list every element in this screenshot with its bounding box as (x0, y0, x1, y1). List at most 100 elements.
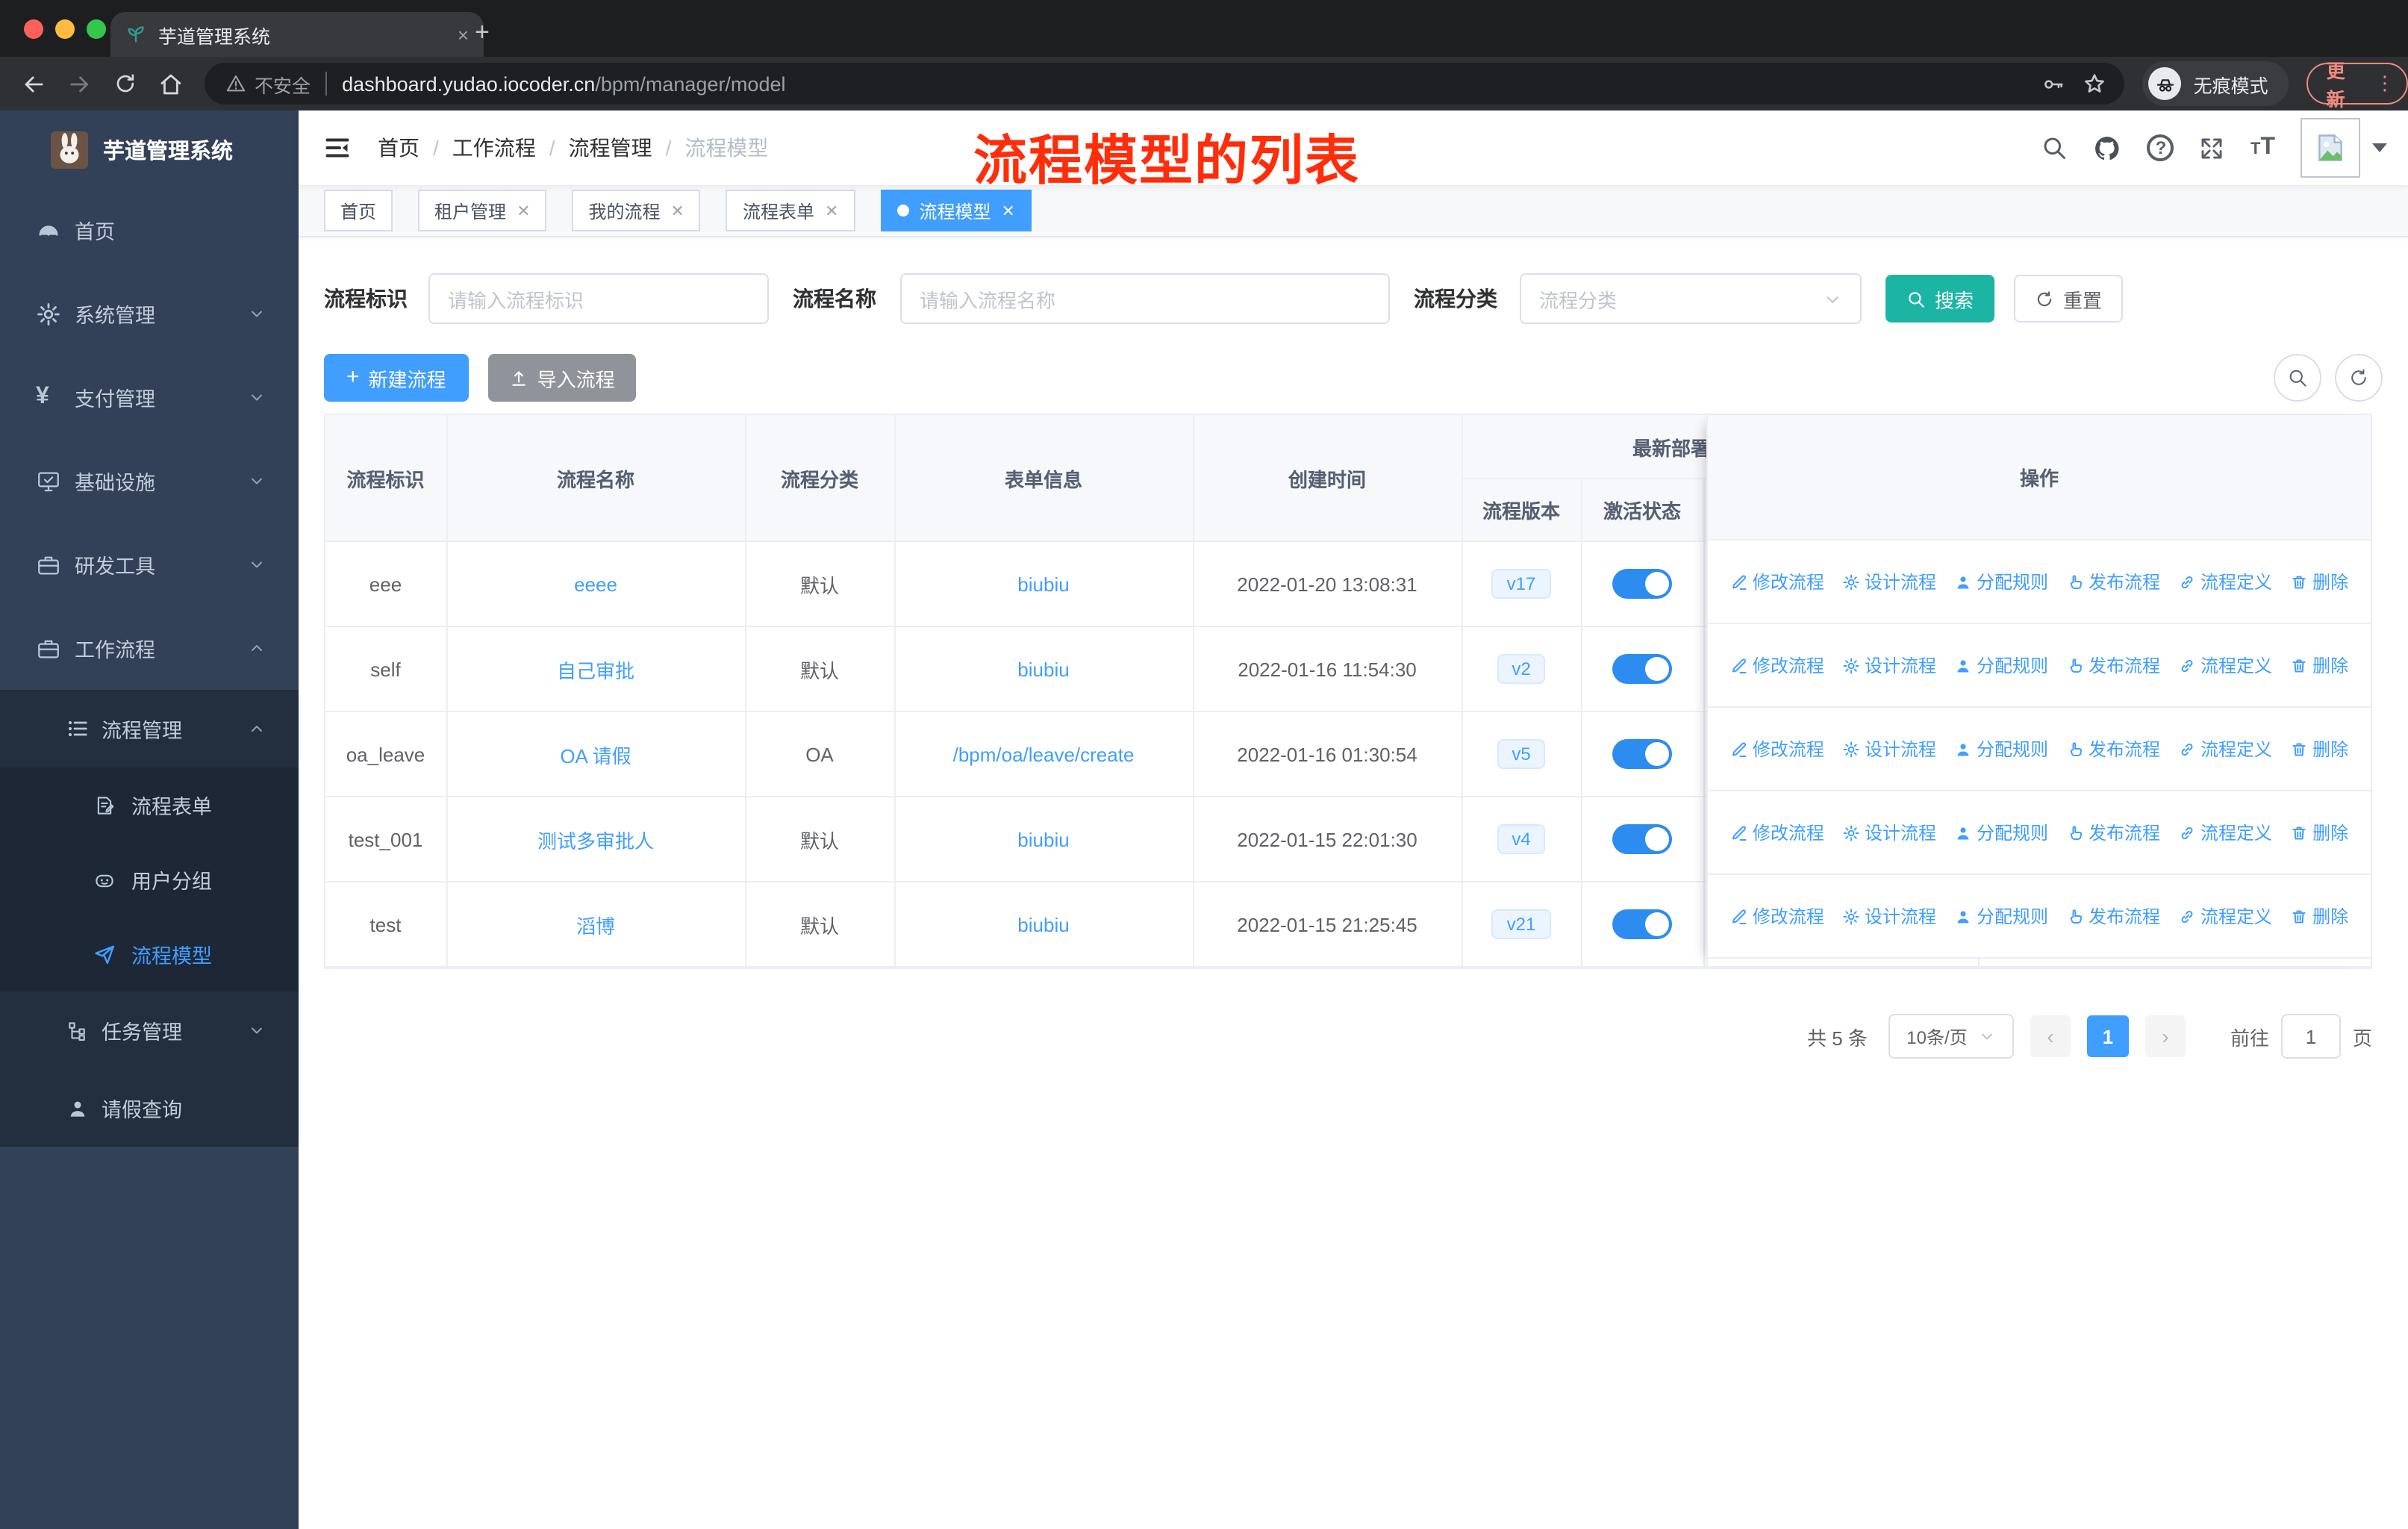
search-button[interactable]: 搜索 (1885, 275, 1995, 323)
traffic-zoom-button[interactable] (87, 19, 106, 39)
breadcrumb-workflow[interactable]: 工作流程 (452, 133, 536, 163)
action-definition[interactable]: 流程定义 (2178, 653, 2272, 678)
action-assign-rule[interactable]: 分配规则 (1954, 569, 2048, 594)
action-delete[interactable]: 删除 (2290, 569, 2348, 594)
browser-update-button[interactable]: 更新 ⋮ (2306, 61, 2408, 110)
goto-page-input[interactable] (2280, 1014, 2341, 1059)
action-definition[interactable]: 流程定义 (2178, 903, 2272, 929)
process-name-link[interactable]: eeee (574, 573, 617, 595)
action-edit[interactable]: 修改流程 (1730, 820, 1824, 845)
action-delete[interactable]: 删除 (2290, 653, 2348, 678)
tab-process-form[interactable]: 流程表单 ✕ (726, 190, 855, 231)
form-info-link[interactable]: biubiu (1017, 658, 1069, 680)
sidebar-collapse-icon[interactable] (324, 134, 351, 161)
page-size-select[interactable]: 10条/页 (1888, 1014, 2014, 1059)
prev-page-button[interactable]: ‹ (2030, 1015, 2071, 1057)
tab-close-icon[interactable]: × (458, 23, 469, 46)
active-toggle[interactable] (1612, 654, 1672, 684)
home-icon[interactable] (157, 71, 183, 96)
sidebar-item-pay[interactable]: ¥ 支付管理 (0, 355, 299, 439)
form-info-link[interactable]: biubiu (1017, 573, 1069, 595)
search-icon[interactable] (2042, 134, 2068, 161)
action-assign-rule[interactable]: 分配规则 (1954, 653, 2048, 678)
process-name-input[interactable]: 请输入流程名称 (900, 273, 1390, 324)
active-toggle[interactable] (1612, 739, 1672, 769)
forward-icon[interactable] (67, 71, 93, 96)
create-process-button[interactable]: + 新建流程 (324, 354, 469, 402)
tab-close-icon[interactable]: ✕ (1001, 201, 1014, 220)
fullscreen-icon[interactable] (2200, 135, 2225, 161)
action-assign-rule[interactable]: 分配规则 (1954, 736, 2048, 762)
active-toggle[interactable] (1612, 824, 1672, 854)
action-design[interactable]: 设计流程 (1842, 736, 1936, 762)
sidebar-item-infra[interactable]: 基础设施 (0, 439, 299, 523)
next-page-button[interactable]: › (2145, 1015, 2186, 1057)
toggle-search-button[interactable] (2274, 354, 2321, 402)
reset-button[interactable]: 重置 (2014, 275, 2124, 323)
help-icon[interactable]: ? (2147, 134, 2174, 161)
address-bar[interactable]: 不安全 dashboard.yudao.iocoder.cn/bpm/manag… (204, 63, 2125, 105)
refresh-table-button[interactable] (2335, 354, 2383, 402)
process-name-link[interactable]: 滔博 (576, 915, 615, 937)
breadcrumb-process-mgmt[interactable]: 流程管理 (569, 133, 652, 163)
category-select[interactable]: 流程分类 (1520, 273, 1862, 324)
avatar[interactable] (2301, 118, 2360, 178)
sidebar-item-leave-query[interactable]: 请假查询 (0, 1069, 299, 1147)
sidebar-item-process-form[interactable]: 流程表单 (0, 767, 299, 842)
reload-icon[interactable] (113, 72, 137, 96)
tab-close-icon[interactable]: ✕ (671, 201, 684, 220)
back-icon[interactable] (21, 71, 46, 96)
action-publish[interactable]: 发布流程 (2066, 736, 2160, 762)
current-page-button[interactable]: 1 (2086, 1015, 2129, 1057)
form-info-link[interactable]: biubiu (1017, 828, 1069, 850)
active-toggle[interactable] (1612, 909, 1672, 939)
action-publish[interactable]: 发布流程 (2066, 569, 2160, 594)
sidebar-item-task-mgmt[interactable]: 任务管理 (0, 991, 299, 1069)
form-info-link[interactable]: /bpm/oa/leave/create (953, 743, 1135, 765)
process-key-input[interactable]: 请输入流程标识 (428, 273, 769, 324)
sidebar-item-dev-tools[interactable]: 研发工具 (0, 523, 299, 606)
sidebar-item-workflow[interactable]: 工作流程 (0, 606, 299, 690)
tab-close-icon[interactable]: ✕ (517, 201, 530, 220)
sidebar-logo[interactable]: 芋道管理系统 (0, 110, 299, 188)
bookmark-star-icon[interactable] (2083, 72, 2107, 96)
action-definition[interactable]: 流程定义 (2178, 569, 2272, 594)
avatar-caret-icon[interactable] (2372, 143, 2387, 152)
browser-menu-icon[interactable]: ⋮ (2375, 73, 2395, 93)
github-icon[interactable] (2094, 134, 2122, 162)
action-assign-rule[interactable]: 分配规则 (1954, 820, 2048, 845)
tab-my-process[interactable]: 我的流程 ✕ (572, 190, 701, 231)
breadcrumb-home[interactable]: 首页 (378, 133, 419, 163)
active-toggle[interactable] (1612, 569, 1672, 599)
key-icon[interactable] (2043, 72, 2065, 95)
action-publish[interactable]: 发布流程 (2066, 820, 2160, 845)
font-size-icon[interactable]: TT (2251, 134, 2275, 161)
sidebar-item-home[interactable]: 首页 (0, 188, 299, 272)
action-assign-rule[interactable]: 分配规则 (1954, 903, 2048, 929)
action-delete[interactable]: 删除 (2290, 736, 2348, 762)
sidebar-item-process-mgmt[interactable]: 流程管理 (0, 690, 299, 767)
browser-tab[interactable]: 芋道管理系统 × (110, 12, 484, 57)
traffic-minimize-button[interactable] (55, 19, 75, 39)
action-design[interactable]: 设计流程 (1842, 569, 1936, 594)
action-design[interactable]: 设计流程 (1842, 903, 1936, 929)
sidebar-item-system[interactable]: 系统管理 (0, 272, 299, 355)
action-definition[interactable]: 流程定义 (2178, 820, 2272, 845)
form-info-link[interactable]: biubiu (1017, 913, 1069, 935)
process-name-link[interactable]: 自己审批 (557, 659, 634, 682)
action-definition[interactable]: 流程定义 (2178, 736, 2272, 762)
tab-tenant[interactable]: 租户管理 ✕ (418, 190, 547, 231)
traffic-close-button[interactable] (24, 19, 43, 39)
action-edit[interactable]: 修改流程 (1730, 736, 1824, 762)
tab-close-icon[interactable]: ✕ (825, 201, 838, 220)
action-edit[interactable]: 修改流程 (1730, 653, 1824, 678)
tab-home[interactable]: 首页 (324, 190, 393, 231)
new-tab-button[interactable]: + (475, 18, 490, 48)
action-delete[interactable]: 删除 (2290, 820, 2348, 845)
process-name-link[interactable]: OA 请假 (560, 744, 631, 767)
action-publish[interactable]: 发布流程 (2066, 903, 2160, 929)
action-design[interactable]: 设计流程 (1842, 820, 1936, 845)
action-publish[interactable]: 发布流程 (2066, 653, 2160, 678)
action-delete[interactable]: 删除 (2290, 903, 2348, 929)
action-edit[interactable]: 修改流程 (1730, 903, 1824, 929)
